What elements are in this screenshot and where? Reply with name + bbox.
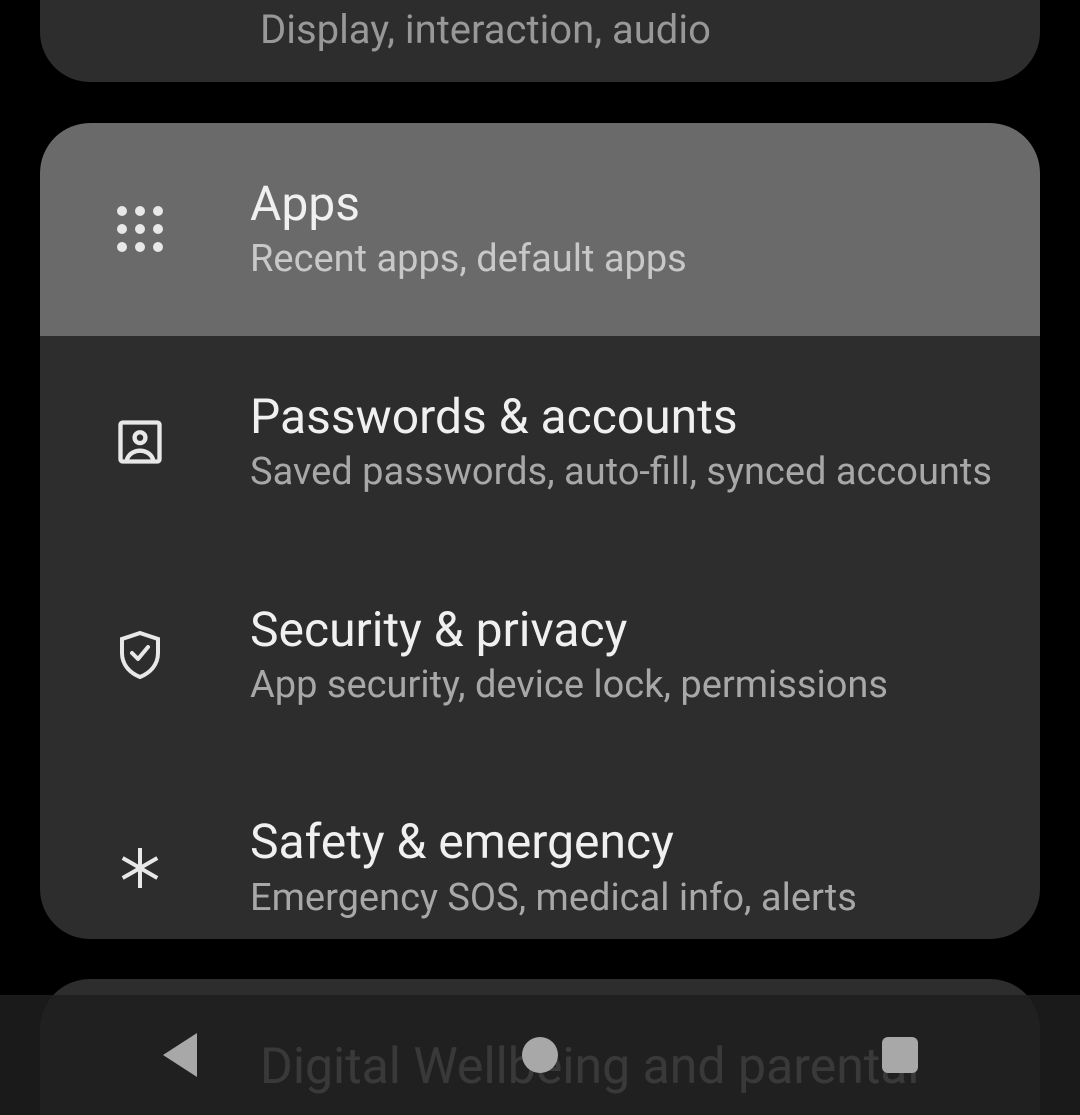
- row-subtitle: App security, device lock, permissions: [250, 663, 888, 709]
- home-circle-icon: [522, 1037, 558, 1073]
- apps-grid-icon: [100, 189, 180, 269]
- settings-row-apps[interactable]: Apps Recent apps, default apps: [40, 123, 1040, 336]
- settings-card-accessibility[interactable]: Display, interaction, audio: [40, 0, 1040, 82]
- row-text: Apps Recent apps, default apps: [250, 176, 687, 283]
- settings-row-security-privacy[interactable]: Security & privacy App security, device …: [40, 549, 1040, 762]
- row-text: Passwords & accounts Saved passwords, au…: [250, 389, 992, 496]
- nav-back-button[interactable]: [80, 995, 280, 1115]
- recent-square-icon: [882, 1037, 918, 1073]
- settings-screen: Display, interaction, audio Apps Recent …: [0, 0, 1080, 1115]
- medical-asterisk-icon: [100, 828, 180, 908]
- nav-home-button[interactable]: [440, 995, 640, 1115]
- system-nav-bar: [0, 995, 1080, 1115]
- settings-row-passwords-accounts[interactable]: Passwords & accounts Saved passwords, au…: [40, 336, 1040, 549]
- account-box-icon: [100, 402, 180, 482]
- settings-card-group: Apps Recent apps, default apps Passwords…: [40, 123, 1040, 939]
- row-text: Security & privacy App security, device …: [250, 602, 888, 709]
- back-triangle-icon: [163, 1033, 197, 1077]
- row-title: Safety & emergency: [250, 814, 857, 869]
- settings-row-safety-emergency[interactable]: Safety & emergency Emergency SOS, medica…: [40, 761, 1040, 939]
- nav-recent-button[interactable]: [800, 995, 1000, 1115]
- row-subtitle: Emergency SOS, medical info, alerts: [250, 876, 857, 922]
- row-subtitle: Saved passwords, auto-fill, synced accou…: [250, 450, 992, 496]
- card-subtitle: Display, interaction, audio: [260, 6, 1040, 54]
- row-text: Safety & emergency Emergency SOS, medica…: [250, 814, 857, 921]
- row-title: Passwords & accounts: [250, 389, 992, 444]
- row-title: Apps: [250, 176, 687, 231]
- row-subtitle: Recent apps, default apps: [250, 237, 687, 283]
- row-title: Security & privacy: [250, 602, 888, 657]
- shield-check-icon: [100, 615, 180, 695]
